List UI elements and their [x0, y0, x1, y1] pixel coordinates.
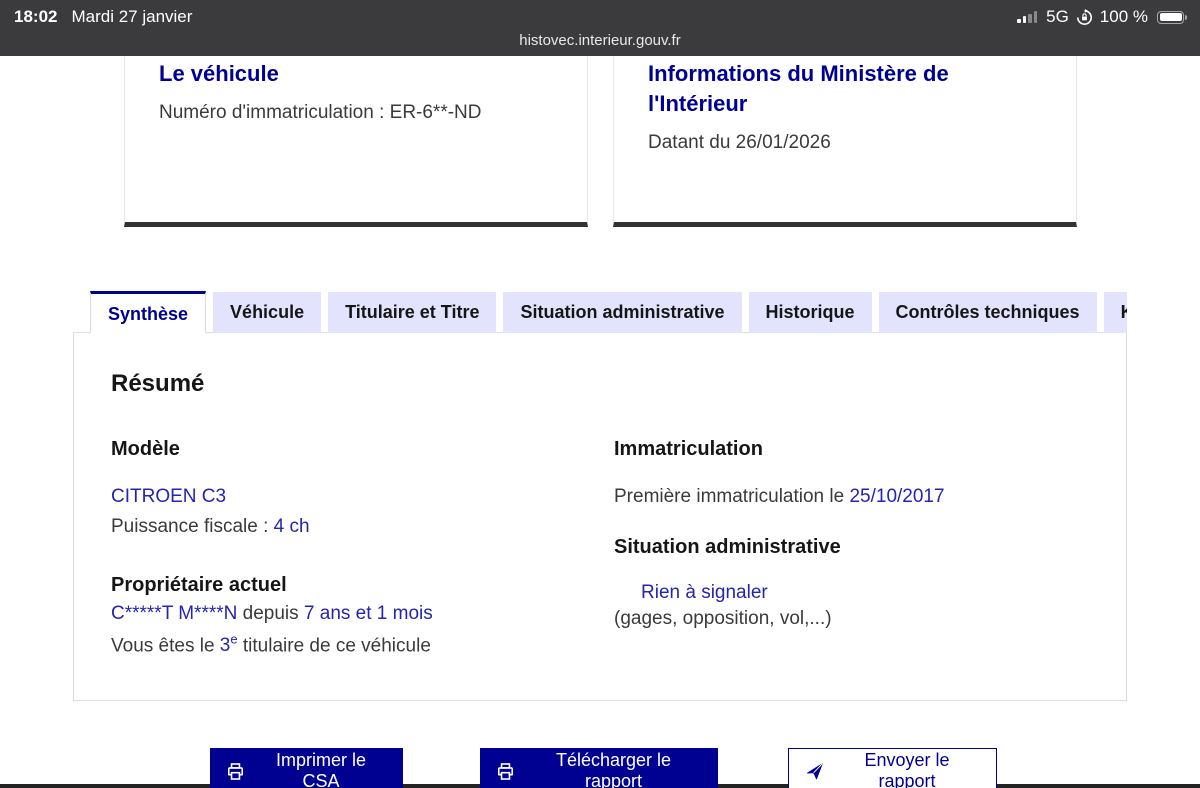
fiscal-power-row: Puissance fiscale : 4 ch — [111, 514, 581, 540]
download-report-button[interactable]: Télécharger le rapport — [480, 748, 718, 788]
panel-title: Résumé — [111, 370, 205, 397]
ministry-card-title: Informations du Ministère de l'Intérieur — [648, 61, 949, 116]
first-registration-label: Première immatriculation le — [614, 486, 850, 507]
first-registration-row: Première immatriculation le 25/10/2017 — [614, 484, 1084, 510]
synthese-panel: Résumé Modèle CITROEN C3 Puissance fisca… — [73, 332, 1127, 701]
battery-icon — [1157, 10, 1187, 24]
owner-name: C*****T M****N — [111, 603, 238, 624]
holder-suffix: titulaire de ce véhicule — [237, 635, 431, 657]
ministry-date-text: Datant du 26/01/2026 — [648, 132, 831, 153]
send-report-label: Envoyer le rapport — [864, 750, 950, 788]
signal-strength-icon — [1017, 11, 1038, 23]
holder-rank-row: Vous êtes le 3e titulaire de ce véhicule — [111, 627, 581, 659]
holder-rank: 3e — [219, 632, 238, 657]
histovec-report-page: 18:02 Mardi 27 janvier 5G 100 % histovec… — [0, 0, 1200, 788]
report-tab-bar: Synthèse Véhicule Titulaire et Titre Sit… — [90, 291, 1127, 333]
tab-controles-techniques[interactable]: Contrôles techniques — [878, 292, 1097, 333]
fiscal-power-label: Puissance fiscale : — [111, 516, 274, 537]
situation-heading: Situation administrative — [614, 536, 841, 558]
tab-synthese[interactable]: Synthèse — [90, 291, 207, 333]
fiscal-power-value: 4 ch — [273, 516, 310, 537]
vehicle-card: Le véhicule Numéro d'immatriculation : E… — [124, 56, 588, 227]
tab-titulaire-et-titre[interactable]: Titulaire et Titre — [328, 292, 497, 333]
address-bar[interactable]: histovec.interieur.gouv.fr — [0, 32, 1200, 49]
vehicle-plate-text: Numéro d'immatriculation : ER-6**-ND — [159, 102, 482, 123]
print-csa-button[interactable]: Imprimer le CSA — [210, 748, 403, 788]
send-icon — [805, 762, 824, 781]
holder-prefix: Vous êtes le — [111, 635, 220, 657]
rotation-lock-icon — [1076, 8, 1093, 26]
tab-situation-administrative[interactable]: Situation administrative — [503, 292, 742, 333]
printer-icon — [496, 762, 515, 781]
owner-row: C*****T M****N depuis 7 ans et 1 mois — [111, 601, 581, 627]
owner-heading: Propriétaire actuel — [111, 574, 287, 596]
date-text: Mardi 27 janvier — [71, 7, 193, 26]
send-report-button[interactable]: Envoyer le rapport — [788, 748, 997, 788]
print-csa-label: Imprimer le CSA — [275, 750, 366, 788]
ios-status-bar: 18:02 Mardi 27 janvier 5G 100 % histovec… — [0, 0, 1200, 56]
download-report-label: Télécharger le rapport — [555, 750, 672, 788]
network-type-label: 5G — [1046, 7, 1069, 26]
situation-status-link[interactable]: Rien à signaler — [614, 580, 1084, 606]
clock-text: 18:02 — [14, 7, 58, 26]
status-right: 5G 100 % — [1017, 7, 1187, 27]
printer-icon — [226, 762, 245, 781]
situation-note: (gages, opposition, vol,...) — [614, 608, 832, 629]
ministry-card: Informations du Ministère de l'Intérieur… — [613, 56, 1077, 227]
panel-right-column: Immatriculation Première immatriculation… — [614, 438, 1084, 632]
panel-left-column: Modèle CITROEN C3 Puissance fiscale : 4 … — [111, 438, 581, 659]
first-registration-date: 25/10/2017 — [849, 486, 945, 507]
registration-heading: Immatriculation — [614, 438, 763, 460]
owner-since-label: depuis — [237, 603, 304, 624]
status-left: 18:02 Mardi 27 janvier — [14, 7, 192, 27]
owner-since-value: 7 ans et 1 mois — [303, 603, 433, 624]
model-name-link[interactable]: CITROEN C3 — [111, 484, 581, 510]
tab-kilometrage[interactable]: Kilométrage — [1103, 292, 1127, 333]
tab-vehicule[interactable]: Véhicule — [213, 292, 322, 333]
vehicle-card-title: Le véhicule — [159, 61, 279, 86]
model-heading: Modèle — [111, 438, 180, 460]
tab-historique[interactable]: Historique — [748, 292, 872, 333]
battery-percent-label: 100 % — [1099, 7, 1148, 26]
